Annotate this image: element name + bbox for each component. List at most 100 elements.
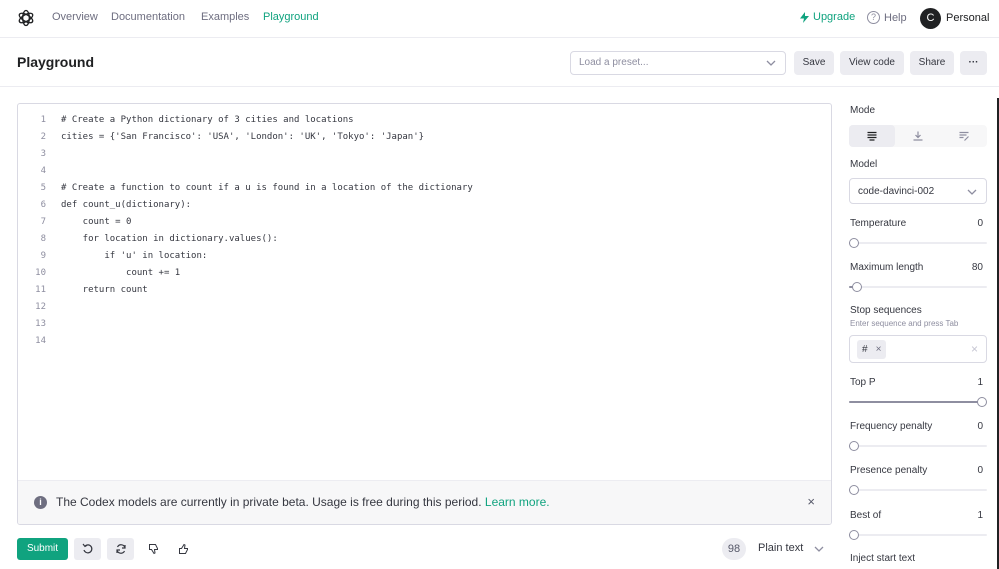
thumbs-down-button[interactable] [144,538,164,560]
thumbs-down-icon [149,544,158,555]
code-text[interactable]: return count [61,282,148,299]
complete-mode-icon [867,131,877,141]
max-length-value[interactable]: 80 [950,262,983,273]
code-line[interactable]: 4 [18,163,818,180]
slider-thumb[interactable] [849,530,859,540]
preset-placeholder: Load a preset... [579,57,649,68]
prompt-editor[interactable]: 1 # Create a Python dictionary of 3 citie… [17,103,832,525]
code-line[interactable]: 1 # Create a Python dictionary of 3 citie… [18,112,818,129]
code-line[interactable]: 5 # Create a function to count if a u is … [18,180,818,197]
view-code-button[interactable]: View code [840,51,904,75]
thumbs-up-button[interactable] [174,538,194,560]
slider-thumb[interactable] [849,485,859,495]
code-text[interactable]: count = 0 [61,214,132,231]
frequency-penalty-slider[interactable] [849,441,987,451]
code-text[interactable]: count += 1 [61,265,180,282]
line-number: 3 [40,149,46,159]
banner-text: The Codex models are currently in privat… [56,495,482,509]
code-line[interactable]: 10 count += 1 [18,265,818,282]
regenerate-button[interactable] [107,538,134,560]
line-number: 13 [35,319,46,329]
frequency-penalty-label: Frequency penalty [850,421,933,432]
avatar[interactable]: C [920,8,941,29]
lightning-icon [800,11,809,23]
line-number: 14 [35,336,46,346]
code-text[interactable]: # Create a function to count if a u is f… [61,180,473,197]
max-length-slider[interactable] [849,282,987,292]
code-line[interactable]: 7 count = 0 [18,214,818,231]
slider-thumb[interactable] [851,282,862,292]
code-line[interactable]: 6 def count_u(dictionary): [18,197,818,214]
submit-button[interactable]: Submit [17,538,68,560]
code-text[interactable]: # Create a Python dictionary of 3 cities… [61,112,354,129]
more-options-button[interactable]: ··· [960,51,987,75]
mode-complete[interactable] [849,125,895,147]
learn-more-link[interactable]: Learn more. [485,495,550,509]
beta-banner: i The Codex models are currently in priv… [18,480,831,524]
code-text[interactable]: for location in dictionary.values(): [61,231,278,248]
best-of-value[interactable]: 1 [950,510,983,521]
slider-track [849,445,987,447]
temperature-value[interactable]: 0 [950,218,983,229]
mode-insert[interactable] [895,125,941,147]
upgrade-link[interactable]: Upgrade [800,11,855,23]
line-number: 4 [40,166,46,176]
frequency-penalty-value[interactable]: 0 [950,421,983,432]
max-length-label: Maximum length [850,262,924,273]
temperature-slider[interactable] [849,238,987,248]
code-line[interactable]: 9 if 'u' in location: [18,248,818,265]
line-number: 5 [40,183,46,193]
token-count: 98 [722,538,746,560]
code-line[interactable]: 2 cities = {'San Francisco': 'USA', 'Lond… [18,129,818,146]
nav-documentation[interactable]: Documentation [111,11,185,23]
undo-button[interactable] [74,538,101,560]
top-p-label: Top P [850,377,876,388]
stop-sequence-value: # [862,344,868,355]
top-p-value[interactable]: 1 [950,377,983,388]
model-select[interactable]: code-davinci-002 [849,178,987,204]
nav-playground[interactable]: Playground [263,11,319,23]
best-of-label: Best of [850,510,882,521]
code-text[interactable]: def count_u(dictionary): [61,197,191,214]
remove-chip-icon[interactable]: × [876,340,882,359]
stop-sequences-input[interactable]: # × × [849,335,987,363]
nav-examples[interactable]: Examples [201,11,249,23]
code-line[interactable]: 12 [18,299,818,316]
stop-sequences-hint: Enter sequence and press Tab [850,319,959,328]
chevron-down-icon [967,189,977,195]
banner-message: The Codex models are currently in privat… [56,495,550,509]
code-line[interactable]: 11 return count [18,282,818,299]
slider-track [849,534,987,536]
presence-penalty-slider[interactable] [849,485,987,495]
nav-overview[interactable]: Overview [52,11,98,23]
line-number: 11 [35,285,46,295]
code-line[interactable]: 8 for location in dictionary.values(): [18,231,818,248]
share-button[interactable]: Share [910,51,954,75]
line-number: 1 [40,115,46,125]
save-button[interactable]: Save [794,51,834,75]
code-line[interactable]: 14 [18,333,818,350]
openai-logo-icon[interactable] [16,8,36,28]
preset-select[interactable]: Load a preset... [570,51,786,75]
model-label: Model [850,159,878,170]
close-icon[interactable]: × [807,494,815,509]
edit-mode-icon [959,131,969,141]
mode-edit[interactable] [941,125,987,147]
code-line[interactable]: 13 [18,316,818,333]
slider-thumb[interactable] [849,441,859,451]
account-name[interactable]: Personal [946,12,989,24]
clear-icon[interactable]: × [971,342,978,356]
format-select[interactable]: Plain text [758,542,803,554]
presence-penalty-value[interactable]: 0 [950,465,983,476]
chevron-down-icon[interactable] [814,544,824,554]
code-text[interactable]: cities = {'San Francisco': 'USA', 'Londo… [61,129,424,146]
slider-thumb[interactable] [977,397,987,407]
temperature-label: Temperature [850,218,907,229]
upgrade-label: Upgrade [813,11,856,23]
help-link[interactable]: ? Help [867,11,907,24]
code-line[interactable]: 3 [18,146,818,163]
slider-thumb[interactable] [849,238,859,248]
top-p-slider[interactable] [849,397,987,407]
best-of-slider[interactable] [849,530,987,540]
code-text[interactable]: if 'u' in location: [61,248,207,265]
